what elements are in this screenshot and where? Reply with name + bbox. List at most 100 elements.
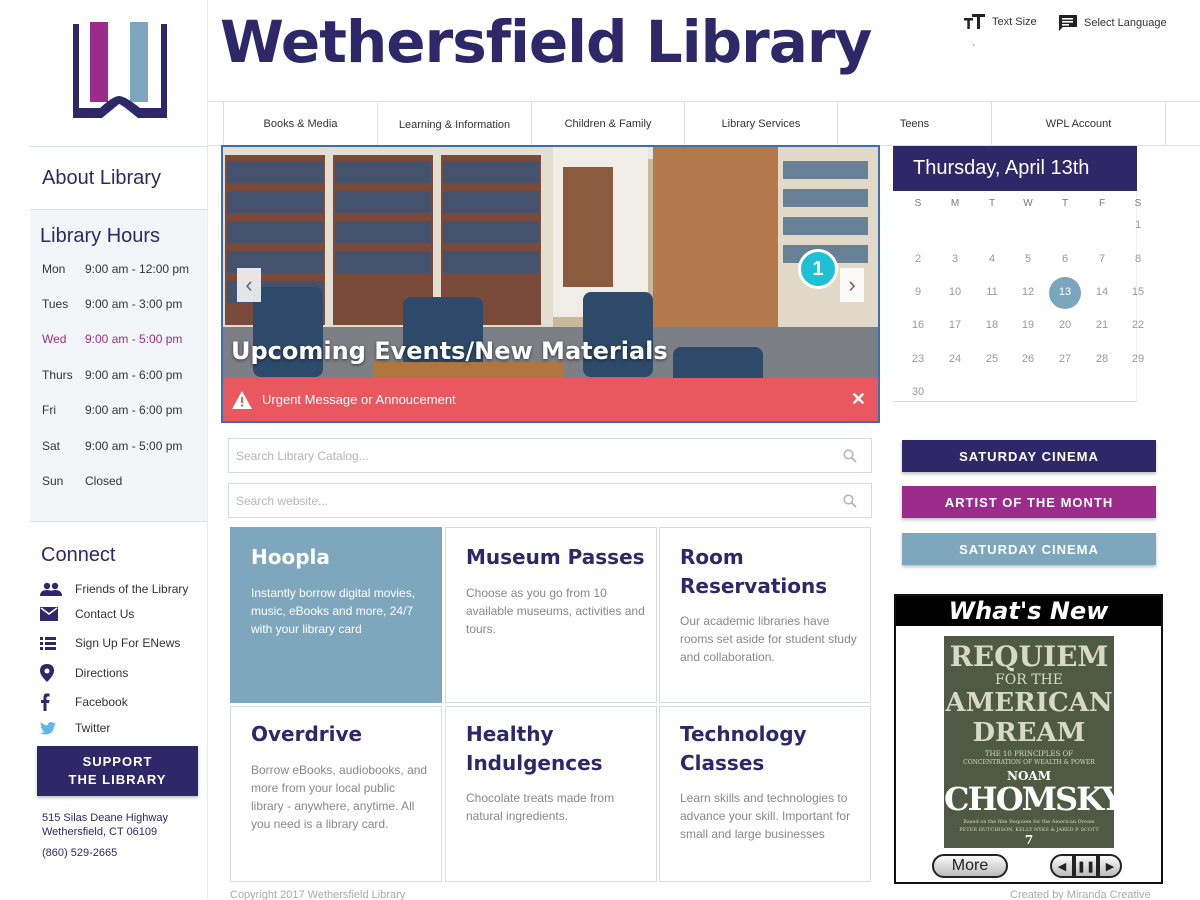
saturday-cinema-button-2[interactable]: SATURDAY CINEMA [902, 533, 1156, 565]
library-hours-title: Library Hours [40, 225, 161, 247]
calendar-day[interactable]: 11 [974, 286, 1010, 298]
site-title[interactable]: Wethersfield Library [220, 8, 872, 76]
connect-label: Directions [75, 666, 129, 680]
calendar-day[interactable]: 4 [974, 253, 1010, 265]
tile-room-reservations[interactable]: Room Reservations Our academic libraries… [659, 527, 871, 703]
hours-time: 9:00 am - 5:00 pm [85, 332, 183, 346]
connect-friends-link[interactable]: Friends of the Library [40, 582, 188, 596]
main-nav: Books & Media Learning & Information Chi… [208, 101, 1200, 147]
close-icon[interactable]: ✕ [851, 389, 866, 410]
calendar-day[interactable]: 7 [1084, 253, 1120, 265]
calendar-day[interactable]: 19 [1010, 319, 1046, 331]
calendar-weekday: T [988, 198, 996, 209]
connect-title: Connect [41, 544, 116, 566]
tile-title: Museum Passes [466, 545, 645, 569]
cover-title-line3: AMERICAN [945, 688, 1113, 718]
calendar-day[interactable]: 6 [1047, 253, 1083, 265]
calendar-day[interactable]: 5 [1010, 253, 1046, 265]
connect-enews-link[interactable]: Sign Up For ENews [40, 636, 180, 650]
support-library-button[interactable]: SUPPORT THE LIBRARY [37, 746, 198, 796]
nav-library-services[interactable]: Library Services [684, 102, 837, 146]
hours-time: Closed [85, 474, 123, 488]
nav-wpl-account[interactable]: WPL Account [991, 102, 1166, 146]
connect-twitter-link[interactable]: Twitter [40, 721, 110, 735]
connect-label: Sign Up For ENews [75, 636, 181, 650]
artist-of-month-button[interactable]: ARTIST OF THE MONTH [902, 486, 1156, 518]
hours-row-tues: Tues 9:00 am - 3:00 pm [42, 297, 182, 311]
cover-title-line1: REQUIEM [949, 640, 1109, 673]
connect-contact-link[interactable]: Contact Us [40, 607, 134, 621]
select-language-button[interactable]: Select Language [1058, 14, 1167, 32]
calendar-day[interactable]: 26 [1010, 353, 1046, 365]
calendar-day[interactable]: 28 [1084, 353, 1120, 365]
search-icon[interactable] [843, 449, 857, 463]
catalog-search-input[interactable] [236, 448, 826, 463]
calendar-day[interactable]: 10 [937, 286, 973, 298]
nav-children-family[interactable]: Children & Family [531, 102, 684, 146]
twitter-icon [40, 721, 56, 734]
calendar-day[interactable]: 18 [974, 319, 1010, 331]
nav-books-media[interactable]: Books & Media [223, 102, 377, 146]
calendar-day[interactable]: 12 [1010, 286, 1046, 298]
hero-slider[interactable]: Upcoming Events/New Materials ‹ › 1 Urge… [221, 145, 880, 423]
calendar-day[interactable]: 21 [1084, 319, 1120, 331]
slider-next-button[interactable]: › [840, 268, 864, 302]
hours-time: 9:00 am - 6:00 pm [85, 368, 183, 382]
saturday-cinema-button[interactable]: SATURDAY CINEMA [902, 440, 1156, 472]
calendar-day[interactable]: 9 [900, 286, 936, 298]
book-cover[interactable]: REQUIEM FOR THE AMERICAN DREAM THE 10 PR… [944, 636, 1114, 848]
nav-learning-information[interactable]: Learning & Information [377, 103, 531, 147]
calendar-day[interactable]: 17 [937, 319, 973, 331]
carousel-pause-button[interactable]: ❚❚ [1074, 854, 1098, 878]
tile-hoopla[interactable]: Hoopla Instantly borrow digital movies, … [230, 527, 442, 703]
calendar-day[interactable]: 24 [937, 353, 973, 365]
header-divider [30, 146, 208, 147]
calendar-day[interactable]: 1 [1120, 219, 1156, 231]
credit-link[interactable]: Created by Miranda Creative [1010, 889, 1151, 900]
connect-directions-link[interactable]: Directions [40, 664, 128, 682]
calendar-day[interactable]: 15 [1120, 286, 1156, 298]
library-logo[interactable] [70, 22, 170, 122]
hours-row-sun: Sun Closed [42, 474, 122, 488]
connect-facebook-link[interactable]: Facebook [40, 693, 128, 711]
carousel-prev-button[interactable]: ◀ [1050, 854, 1074, 878]
calendar-day[interactable]: 25 [974, 353, 1010, 365]
hours-time: 9:00 am - 6:00 pm [85, 403, 183, 417]
hours-row-mon: Mon 9:00 am - 12:00 pm [42, 262, 189, 276]
about-library-link[interactable]: About Library [42, 167, 161, 190]
text-size-button[interactable]: Text Size [964, 14, 1037, 30]
calendar-weekday: M [950, 198, 960, 209]
calendar-day[interactable]: 3 [937, 253, 973, 265]
nav-teens[interactable]: Teens [837, 102, 991, 146]
search-icon[interactable] [843, 494, 857, 508]
calendar-day[interactable]: 13 [1047, 286, 1083, 298]
more-button[interactable]: More [932, 854, 1008, 878]
hours-time: 9:00 am - 12:00 pm [85, 262, 190, 276]
website-search-input[interactable] [236, 493, 826, 508]
calendar-day[interactable]: 23 [900, 353, 936, 365]
tile-museum-passes[interactable]: Museum Passes Choose as you go from 10 a… [445, 527, 657, 703]
tile-technology-classes[interactable]: Technology Classes Learn skills and tech… [659, 706, 871, 882]
calendar-day[interactable]: 16 [900, 319, 936, 331]
calendar-day[interactable]: 2 [900, 253, 936, 265]
carousel-next-button[interactable]: ▶ [1098, 854, 1122, 878]
urgent-alert-bar: Urgent Message or Annoucement ✕ [223, 378, 878, 421]
tile-healthy-indulgences[interactable]: Healthy Indulgences Chocolate treats mad… [445, 706, 657, 882]
list-icon [40, 637, 56, 650]
slider-prev-button[interactable]: ‹ [237, 268, 261, 302]
calendar-weekday: T [1061, 198, 1069, 209]
calendar-day[interactable]: 8 [1120, 253, 1156, 265]
connect-label: Friends of the Library [75, 582, 189, 596]
calendar-day[interactable]: 27 [1047, 353, 1083, 365]
calendar-day[interactable]: 29 [1120, 353, 1156, 365]
tile-description: Our academic libraries have rooms set as… [680, 614, 857, 664]
calendar-day[interactable]: 14 [1084, 286, 1120, 298]
calendar-day[interactable]: 30 [900, 386, 936, 398]
tile-overdrive[interactable]: Overdrive Borrow eBooks, audiobooks, and… [230, 706, 442, 882]
cover-note: Based on the film Requiem for the Americ… [963, 819, 1095, 825]
tile-title: Room Reservations [680, 545, 828, 598]
event-calendar: Thursday, April 13th S M T W T F S 1 2 3 4 5 6 7 8 9 10 1… [893, 146, 1144, 402]
slide-number-badge[interactable]: 1 [798, 249, 838, 289]
calendar-day[interactable]: 20 [1047, 319, 1083, 331]
calendar-day[interactable]: 22 [1120, 319, 1156, 331]
